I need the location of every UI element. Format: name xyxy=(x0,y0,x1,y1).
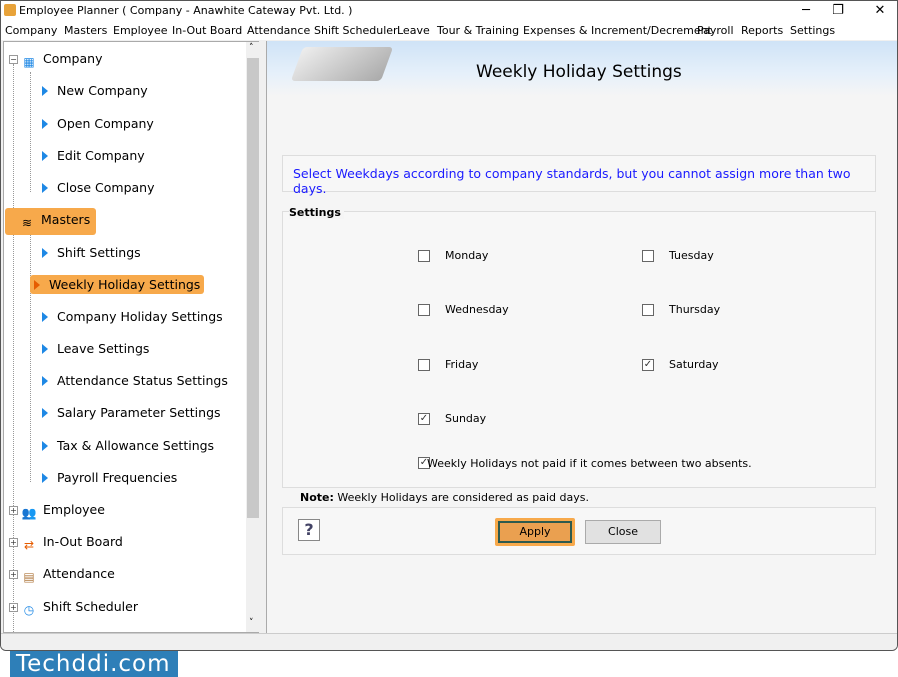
tree-item-leave-settings[interactable]: Leave Settings xyxy=(42,341,149,356)
close-window-button[interactable]: ✕ xyxy=(865,3,895,18)
settings-group-label: Settings xyxy=(289,206,344,219)
menu-bar: Company Masters Employee In-Out Board At… xyxy=(1,21,897,40)
tree-node-in-out-board[interactable]: ⇄ In-Out Board xyxy=(21,534,123,553)
checkbox-friday[interactable] xyxy=(418,359,430,371)
app-icon xyxy=(4,4,16,16)
arrow-icon xyxy=(42,119,48,129)
apply-button[interactable]: Apply xyxy=(495,518,575,546)
arrow-icon xyxy=(42,376,48,386)
people-icon: 👥 xyxy=(21,506,37,520)
swap-arrows-icon: ⇄ xyxy=(23,538,35,552)
building-icon: ▦ xyxy=(23,55,35,69)
tree-node-shift-scheduler[interactable]: ◷ Shift Scheduler xyxy=(21,599,138,618)
navigation-tree: − ▦ Company New Company Open Company Edit… xyxy=(3,41,260,634)
checkbox-monday[interactable] xyxy=(418,250,430,262)
planner-book-icon xyxy=(290,47,394,81)
menu-expenses[interactable]: Expenses & Increment/Decrement xyxy=(523,24,712,37)
tree-node-company[interactable]: ▦ Company xyxy=(21,51,102,70)
info-box: Select Weekdays according to company sta… xyxy=(282,155,876,196)
arrow-icon xyxy=(42,151,48,161)
label-sunday: Sunday xyxy=(445,412,487,425)
tree-item-attendance-status-settings[interactable]: Attendance Status Settings xyxy=(42,373,228,388)
content-panel: Weekly Holiday Settings Select Weekdays … xyxy=(266,41,897,633)
arrow-icon xyxy=(42,408,48,418)
label-wednesday: Wednesday xyxy=(445,303,509,316)
arrow-icon xyxy=(42,344,48,354)
note: Note: Weekly Holidays are considered as … xyxy=(300,491,589,504)
page-header: Weekly Holiday Settings xyxy=(267,41,897,96)
close-button[interactable]: Close xyxy=(585,520,661,544)
tree-node-employee[interactable]: 👥 Employee xyxy=(21,502,105,521)
minimize-button[interactable]: ─ xyxy=(791,3,821,18)
help-button[interactable]: ? xyxy=(298,519,320,541)
checkbox-thursday[interactable] xyxy=(642,304,654,316)
arrow-icon xyxy=(42,183,48,193)
arrow-icon xyxy=(42,441,48,451)
checkbox-sunday[interactable]: ✓ xyxy=(418,413,430,425)
tree-node-masters[interactable]: ≋ Masters xyxy=(5,208,97,235)
scroll-up-icon[interactable]: ˄ xyxy=(249,43,254,53)
page-title: Weekly Holiday Settings xyxy=(476,62,682,82)
tree-item-shift-settings[interactable]: Shift Settings xyxy=(42,245,141,260)
app-window: Employee Planner ( Company - Anawhite Ca… xyxy=(0,0,898,651)
checkbox-wednesday[interactable] xyxy=(418,304,430,316)
menu-shift-scheduler[interactable]: Shift Scheduler xyxy=(314,24,398,37)
status-bar xyxy=(1,633,897,650)
scroll-thumb[interactable] xyxy=(247,58,259,518)
settings-group: Settings xyxy=(282,206,876,488)
button-bar xyxy=(282,507,876,555)
arrow-icon xyxy=(42,312,48,322)
label-saturday: Saturday xyxy=(669,358,719,371)
tree-item-tax-allowance-settings[interactable]: Tax & Allowance Settings xyxy=(42,438,214,453)
checkbox-tuesday[interactable] xyxy=(642,250,654,262)
clock-icon: ◷ xyxy=(23,603,35,617)
label-not-paid: Weekly Holidays not paid if it comes bet… xyxy=(427,457,752,470)
arrow-icon xyxy=(42,473,48,483)
label-tuesday: Tuesday xyxy=(669,249,714,262)
tree-scrollbar[interactable]: ˄ ˅ xyxy=(246,42,260,632)
tree-item-payroll-frequencies[interactable]: Payroll Frequencies xyxy=(42,470,177,485)
layers-icon: ≋ xyxy=(21,216,33,230)
menu-employee[interactable]: Employee xyxy=(113,24,167,37)
maximize-button[interactable]: ❐ xyxy=(823,3,853,18)
label-thursday: Thursday xyxy=(669,303,721,316)
arrow-icon xyxy=(34,280,40,290)
menu-reports[interactable]: Reports xyxy=(741,24,783,37)
calendar-icon: ▤ xyxy=(23,570,35,584)
arrow-icon xyxy=(42,248,48,258)
label-friday: Friday xyxy=(445,358,479,371)
menu-leave[interactable]: Leave xyxy=(397,24,430,37)
tree-node-attendance[interactable]: ▤ Attendance xyxy=(21,566,115,585)
arrow-icon xyxy=(42,86,48,96)
tree-item-edit-company[interactable]: Edit Company xyxy=(42,148,145,163)
tree-item-open-company[interactable]: Open Company xyxy=(42,116,154,131)
window-title: Employee Planner ( Company - Anawhite Ca… xyxy=(19,4,353,17)
menu-settings[interactable]: Settings xyxy=(790,24,835,37)
tree-item-weekly-holiday-settings[interactable]: Weekly Holiday Settings xyxy=(30,275,205,294)
title-bar: Employee Planner ( Company - Anawhite Ca… xyxy=(1,1,897,21)
label-monday: Monday xyxy=(445,249,489,262)
menu-attendance[interactable]: Attendance xyxy=(247,24,310,37)
tree-item-new-company[interactable]: New Company xyxy=(42,83,148,98)
tree-item-close-company[interactable]: Close Company xyxy=(42,180,155,195)
scroll-down-icon[interactable]: ˅ xyxy=(249,618,254,628)
menu-company[interactable]: Company xyxy=(5,24,57,37)
tree-item-salary-parameter-settings[interactable]: Salary Parameter Settings xyxy=(42,405,221,420)
menu-masters[interactable]: Masters xyxy=(64,24,107,37)
menu-in-out-board[interactable]: In-Out Board xyxy=(172,24,242,37)
checkbox-saturday[interactable]: ✓ xyxy=(642,359,654,371)
watermark: Techddi.com xyxy=(10,651,178,677)
menu-payroll[interactable]: Payroll xyxy=(697,24,734,37)
menu-tour-training[interactable]: Tour & Training xyxy=(437,24,519,37)
info-text: Select Weekdays according to company sta… xyxy=(293,166,851,196)
tree-item-company-holiday-settings[interactable]: Company Holiday Settings xyxy=(42,309,223,324)
